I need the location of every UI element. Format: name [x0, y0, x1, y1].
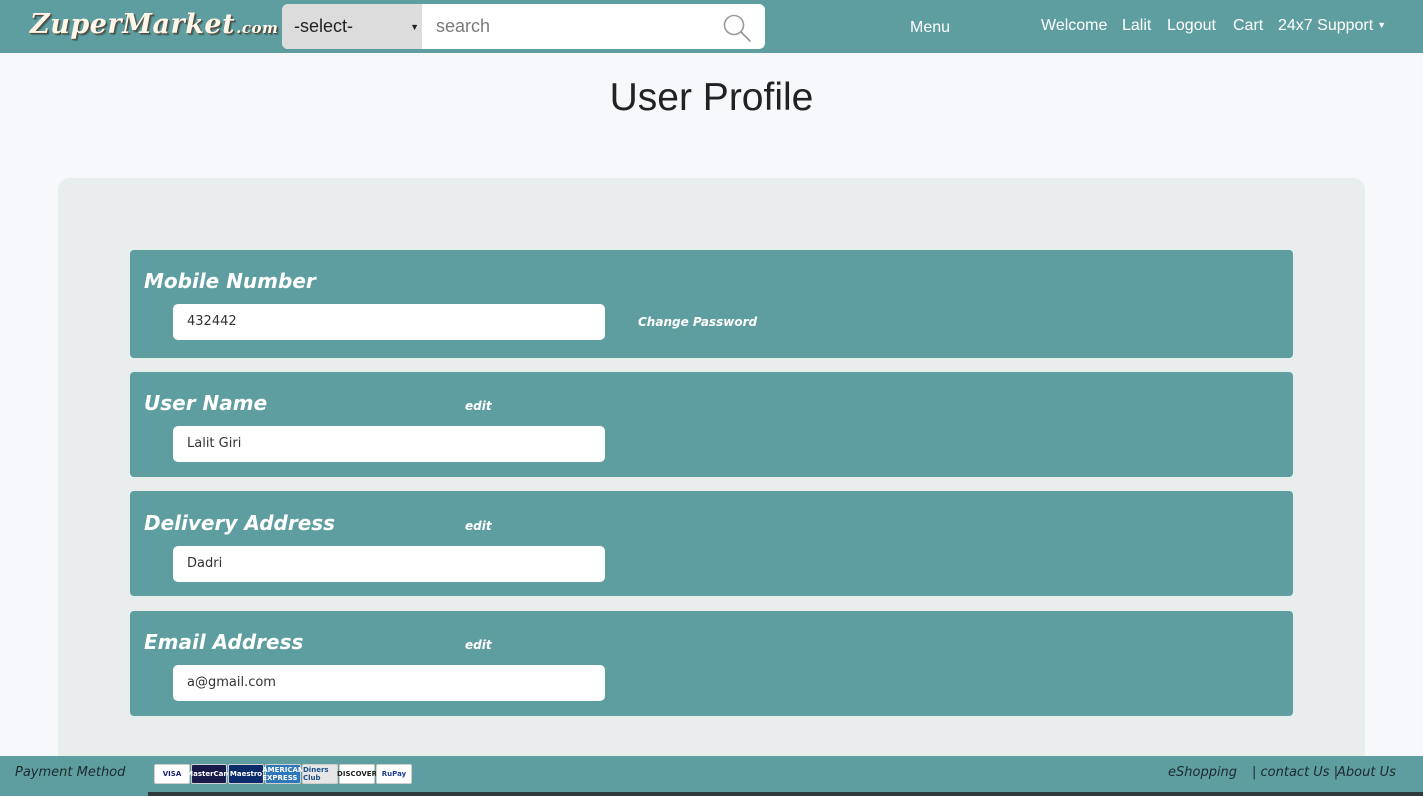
- navbar: ZuperMarket.com -select- ▼ Menu Welcome …: [0, 0, 1423, 53]
- category-select[interactable]: -select- ▼: [282, 4, 422, 49]
- user-name-card: User Name edit Lalit Giri: [130, 372, 1293, 477]
- contact-us-link[interactable]: | contact Us |: [1252, 765, 1338, 780]
- payment-card-maestro-icon: Maestro: [228, 764, 264, 784]
- logout-link[interactable]: Logout: [1167, 17, 1216, 35]
- payment-card-visa-icon: VISA: [154, 764, 190, 784]
- delivery-address-label: Delivery Address: [144, 511, 336, 535]
- edit-user-name-link[interactable]: edit: [465, 399, 492, 413]
- mobile-number-field[interactable]: 432442: [173, 304, 605, 340]
- email-address-label: Email Address: [144, 630, 304, 654]
- delivery-address-field[interactable]: Dadri: [173, 546, 605, 582]
- payment-card-mastercard-icon: MasterCard: [186, 764, 232, 784]
- page-title: User Profile: [609, 76, 814, 119]
- eshopping-link[interactable]: eShopping: [1168, 765, 1237, 780]
- payment-card-rupay-icon: RuPay: [376, 764, 412, 784]
- support-label: 24x7 Support: [1278, 17, 1374, 34]
- payment-card-american-express-icon: AMERICAN EXPRESS: [262, 764, 304, 784]
- footer-divider: [148, 792, 1423, 796]
- change-password-link[interactable]: Change Password: [638, 315, 757, 329]
- search-icon[interactable]: [722, 13, 752, 43]
- cart-link[interactable]: Cart: [1233, 17, 1263, 35]
- user-name-field[interactable]: Lalit Giri: [173, 426, 605, 462]
- brand-name: ZuperMarket: [30, 9, 236, 40]
- payment-card-diners-club-icon: Diners Club: [302, 764, 338, 784]
- user-name-label: User Name: [144, 391, 268, 415]
- email-address-field[interactable]: a@gmail.com: [173, 665, 605, 701]
- chevron-down-icon: ▼: [1377, 20, 1387, 30]
- brand-suffix: .com: [236, 19, 279, 37]
- menu-link[interactable]: Menu: [910, 19, 950, 37]
- footer: Payment Method VISA MasterCard Maestro AMER…: [0, 756, 1423, 796]
- search-input[interactable]: [422, 4, 722, 49]
- welcome-text: Welcome: [1041, 17, 1108, 34]
- payment-cards: VISA MasterCard Maestro AMERICAN EXPRESS Din…: [154, 764, 412, 784]
- caret-down-icon: ▼: [410, 22, 419, 32]
- email-address-card: Email Address edit a@gmail.com: [130, 611, 1293, 716]
- search-bar: -select- ▼: [282, 4, 765, 49]
- user-name-link[interactable]: Lalit: [1122, 17, 1151, 35]
- about-us-link[interactable]: About Us: [1337, 765, 1396, 780]
- edit-email-address-link[interactable]: edit: [465, 638, 492, 652]
- payment-card-discover-icon: DISCOVER: [337, 764, 377, 784]
- category-select-value: -select-: [294, 16, 354, 36]
- edit-delivery-address-link[interactable]: edit: [465, 519, 492, 533]
- brand-logo[interactable]: ZuperMarket.com: [30, 9, 278, 40]
- mobile-number-label: Mobile Number: [144, 269, 316, 293]
- support-dropdown[interactable]: 24x7 Support ▼: [1278, 17, 1386, 35]
- delivery-address-card: Delivery Address edit Dadri: [130, 491, 1293, 596]
- mobile-number-card: Mobile Number 432442 Change Password: [130, 250, 1293, 358]
- payment-method-label: Payment Method: [15, 765, 126, 780]
